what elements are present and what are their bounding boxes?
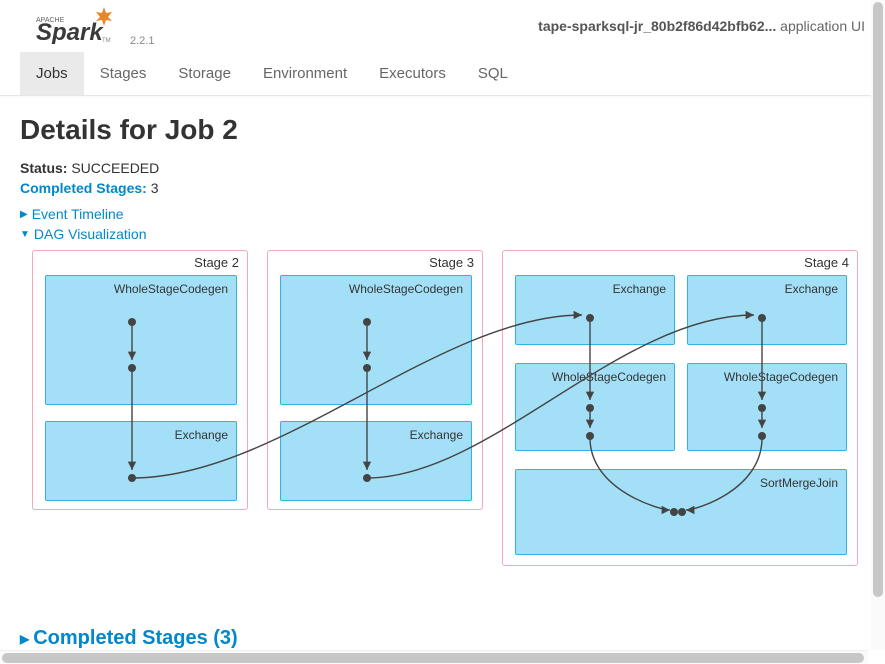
logo-area[interactable]: APACHE Spark TM 2.2.1 [36, 6, 154, 47]
dag-viz-label: DAG Visualization [34, 226, 147, 242]
horizontal-scrollbar-thumb[interactable] [2, 653, 864, 663]
caret-right-icon: ▶ [20, 209, 28, 220]
status-value: SUCCEEDED [71, 160, 159, 176]
caret-right-icon: ▶ [20, 632, 29, 646]
completed-stages-count: 3 [151, 180, 159, 196]
vertical-scrollbar[interactable] [871, 0, 885, 650]
completed-stages-section-label: Completed Stages (3) [33, 627, 237, 650]
stage-box-3[interactable]: Stage 3 WholeStageCodegen Exchange [267, 250, 483, 510]
tab-sql[interactable]: SQL [462, 52, 524, 95]
tab-stages[interactable]: Stages [84, 52, 163, 95]
navbar: APACHE Spark TM 2.2.1 tape-sparksql-jr_8… [0, 0, 885, 52]
vertical-scrollbar-thumb[interactable] [873, 2, 883, 597]
node-exchange[interactable]: Exchange [687, 275, 847, 345]
event-timeline-label: Event Timeline [32, 206, 124, 222]
app-title: tape-sparksql-jr_80b2f86d42bfb62... appl… [538, 18, 865, 34]
caret-down-icon: ▼ [20, 229, 30, 240]
completed-stages-line: Completed Stages: 3 [20, 180, 865, 196]
stage-box-2[interactable]: Stage 2 WholeStageCodegen Exchange [32, 250, 248, 510]
status-line: Status: SUCCEEDED [20, 160, 865, 176]
node-wholestagecodegen[interactable]: WholeStageCodegen [45, 275, 237, 405]
content: Details for Job 2 Status: SUCCEEDED Comp… [0, 96, 885, 650]
tab-environment[interactable]: Environment [247, 52, 363, 95]
status-label: Status: [20, 160, 67, 176]
app-suffix: application UI [780, 18, 865, 34]
horizontal-scrollbar[interactable] [0, 650, 868, 664]
node-wholestagecodegen[interactable]: WholeStageCodegen [280, 275, 472, 405]
nav-tabs: Jobs Stages Storage Environment Executor… [0, 52, 885, 96]
version-label: 2.2.1 [130, 35, 154, 47]
node-exchange[interactable]: Exchange [45, 421, 237, 501]
tab-jobs[interactable]: Jobs [20, 52, 84, 95]
tab-storage[interactable]: Storage [162, 52, 247, 95]
event-timeline-toggle[interactable]: ▶ Event Timeline [20, 206, 865, 222]
spark-logo-icon: APACHE Spark TM [36, 6, 124, 44]
stage-label: Stage 3 [429, 255, 474, 270]
stage-label: Stage 2 [194, 255, 239, 270]
dag-visualization: Stage 2 WholeStageCodegen Exchange Stage… [20, 250, 860, 580]
node-sortmergejoin[interactable]: SortMergeJoin [515, 469, 847, 555]
node-exchange[interactable]: Exchange [515, 275, 675, 345]
tab-executors[interactable]: Executors [363, 52, 462, 95]
completed-stages-link[interactable]: Completed Stages: [20, 180, 147, 196]
node-exchange[interactable]: Exchange [280, 421, 472, 501]
node-wholestagecodegen[interactable]: WholeStageCodegen [515, 363, 675, 451]
dag-viz-toggle[interactable]: ▼ DAG Visualization [20, 226, 865, 242]
node-wholestagecodegen[interactable]: WholeStageCodegen [687, 363, 847, 451]
stage-label: Stage 4 [804, 255, 849, 270]
completed-stages-section-toggle[interactable]: ▶ Completed Stages (3) [20, 627, 238, 650]
stage-box-4[interactable]: Stage 4 Exchange Exchange WholeStageCode… [502, 250, 858, 566]
svg-text:TM: TM [102, 38, 111, 44]
svg-text:Spark: Spark [36, 19, 104, 44]
app-name: tape-sparksql-jr_80b2f86d42bfb62... [538, 18, 776, 34]
page-title: Details for Job 2 [20, 114, 865, 146]
